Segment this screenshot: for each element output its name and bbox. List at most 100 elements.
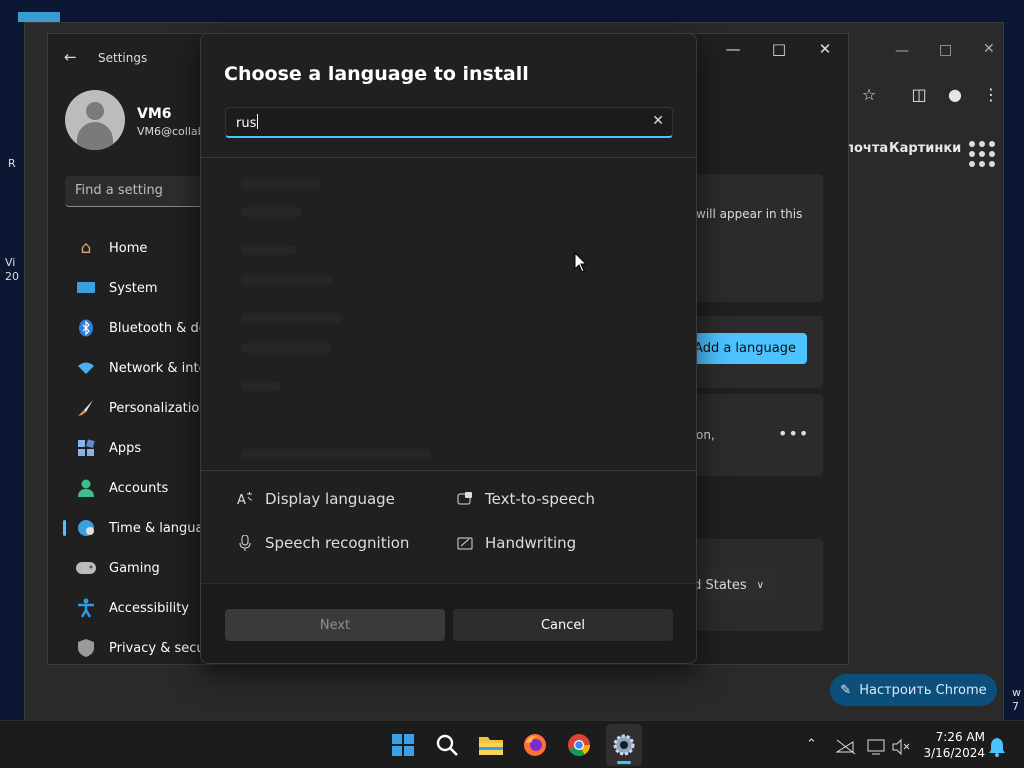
divider	[201, 470, 696, 471]
notification-bell-icon[interactable]	[983, 733, 1011, 761]
monitor-icon	[75, 277, 97, 299]
google-apps-icon[interactable]	[969, 141, 995, 167]
dialog-footer: Next Cancel	[201, 583, 696, 663]
language-features: A Display language Text-to-speech Speech…	[201, 472, 696, 584]
desktop-fragment: w	[1012, 686, 1021, 699]
feature-handwriting: Handwriting	[457, 534, 576, 552]
loading-placeholder	[241, 313, 341, 323]
wifi-icon	[75, 357, 97, 379]
customize-chrome-button[interactable]: ✎ Настроить Chrome	[830, 674, 997, 706]
feature-label: Speech recognition	[265, 534, 410, 552]
gamepad-icon	[75, 557, 97, 579]
user-email: VM6@collab	[137, 125, 205, 138]
sidebar-item-label: Home	[109, 240, 148, 256]
mouse-cursor-icon	[574, 252, 588, 273]
globe-icon	[75, 517, 97, 539]
choose-language-dialog: Choose a language to install rus ✕ A Dis…	[200, 33, 697, 664]
next-button[interactable]: Next	[225, 609, 445, 641]
monitor-tray-icon[interactable]	[862, 733, 890, 761]
pencil-icon: ✎	[840, 682, 852, 698]
loading-placeholder	[241, 381, 281, 391]
bookmark-star-icon[interactable]: ☆	[857, 83, 881, 107]
minimize-icon[interactable]: —	[719, 40, 747, 58]
add-language-button[interactable]: Add a language	[683, 333, 807, 364]
divider	[201, 157, 696, 158]
cancel-button[interactable]: Cancel	[453, 609, 673, 641]
sidebar-item-label: Accounts	[109, 480, 169, 496]
sidebar-item-label: Bluetooth & de	[109, 320, 207, 336]
desktop-fragment: R	[8, 157, 16, 170]
clock-time: 7:26 AM	[935, 730, 985, 744]
maximize-icon[interactable]: □	[765, 40, 793, 58]
feature-label: Handwriting	[485, 534, 577, 552]
settings-title: Settings	[98, 51, 148, 65]
loading-placeholder	[241, 343, 331, 353]
desktop-fragment: 7	[1012, 700, 1019, 713]
mail-link[interactable]: почта	[845, 141, 888, 156]
chevron-up-icon[interactable]: ⌃	[806, 737, 817, 752]
minimize-icon[interactable]: —	[895, 43, 909, 59]
feature-label: Text-to-speech	[485, 490, 596, 508]
display-language-icon: A	[237, 491, 253, 507]
file-explorer-icon[interactable]	[477, 731, 505, 759]
search-icon[interactable]	[433, 731, 461, 759]
close-icon[interactable]: ✕	[811, 40, 839, 58]
sidebar-item-label: Network & inte	[109, 360, 207, 376]
loading-placeholder	[241, 179, 321, 189]
feature-display-language: A Display language	[237, 490, 395, 508]
home-icon: ⌂	[80, 238, 92, 258]
clock-date: 3/16/2024	[923, 746, 985, 760]
sidebar-item-label: Personalization	[109, 400, 208, 416]
taskbar-clock[interactable]: 7:26 AM 3/16/2024	[915, 729, 985, 761]
sidebar-item-label: System	[109, 280, 158, 296]
loading-placeholder	[241, 245, 296, 255]
taskbar: ⌃ 7:26 AM 3/16/2024	[0, 720, 1024, 768]
maximize-icon[interactable]: □	[939, 42, 952, 58]
firefox-icon[interactable]	[521, 731, 549, 759]
user-name: VM6	[137, 106, 172, 122]
desktop-fragment: Vi	[5, 256, 16, 269]
text-to-speech-icon	[457, 491, 473, 507]
dialog-title: Choose a language to install	[224, 63, 529, 85]
close-icon[interactable]: ✕	[983, 41, 995, 57]
feature-label: Display language	[265, 490, 395, 508]
feature-speech-recognition: Speech recognition	[237, 534, 409, 552]
network-offline-icon[interactable]	[832, 733, 860, 761]
clear-search-icon[interactable]: ✕	[652, 113, 664, 129]
back-arrow-icon[interactable]: ←	[64, 48, 77, 66]
chevron-down-icon: ∨	[756, 579, 764, 591]
profile-icon[interactable]: ●	[943, 83, 967, 107]
region-value: d States	[693, 577, 747, 593]
person-icon	[75, 477, 97, 499]
microphone-icon	[237, 535, 253, 551]
sidebar-item-label: Accessibility	[109, 600, 189, 616]
bluetooth-icon	[75, 317, 97, 339]
side-panel-icon[interactable]: ◫	[907, 83, 931, 107]
language-search-input[interactable]: rus ✕	[225, 107, 673, 138]
customize-chrome-label: Настроить Chrome	[859, 682, 987, 698]
search-value: rus	[236, 116, 257, 131]
volume-muted-icon[interactable]	[888, 733, 916, 761]
shield-icon	[75, 637, 97, 659]
avatar[interactable]	[65, 90, 125, 150]
text-caret	[257, 114, 259, 129]
language-results-list[interactable]	[201, 159, 696, 471]
images-link[interactable]: Картинки	[889, 141, 961, 156]
feature-text-to-speech: Text-to-speech	[457, 490, 595, 508]
more-options-icon[interactable]: •••	[778, 424, 809, 443]
loading-placeholder	[241, 207, 301, 217]
menu-icon[interactable]: ⋮	[979, 83, 1003, 107]
sidebar-item-label: Apps	[109, 440, 142, 456]
settings-gear-icon[interactable]	[610, 731, 638, 759]
desktop-fragment: 20	[5, 270, 19, 283]
sidebar-item-label: Gaming	[109, 560, 160, 576]
card-text: will appear in this	[696, 207, 803, 221]
brush-icon	[75, 397, 97, 419]
sidebar-item-label: Time & langua	[109, 520, 204, 536]
sidebar-item-label: Privacy & secu	[109, 640, 205, 656]
loading-placeholder	[241, 449, 431, 459]
loading-placeholder	[241, 275, 331, 285]
chrome-icon[interactable]	[565, 731, 593, 759]
apps-icon	[75, 437, 97, 459]
start-windows-icon[interactable]	[389, 731, 417, 759]
